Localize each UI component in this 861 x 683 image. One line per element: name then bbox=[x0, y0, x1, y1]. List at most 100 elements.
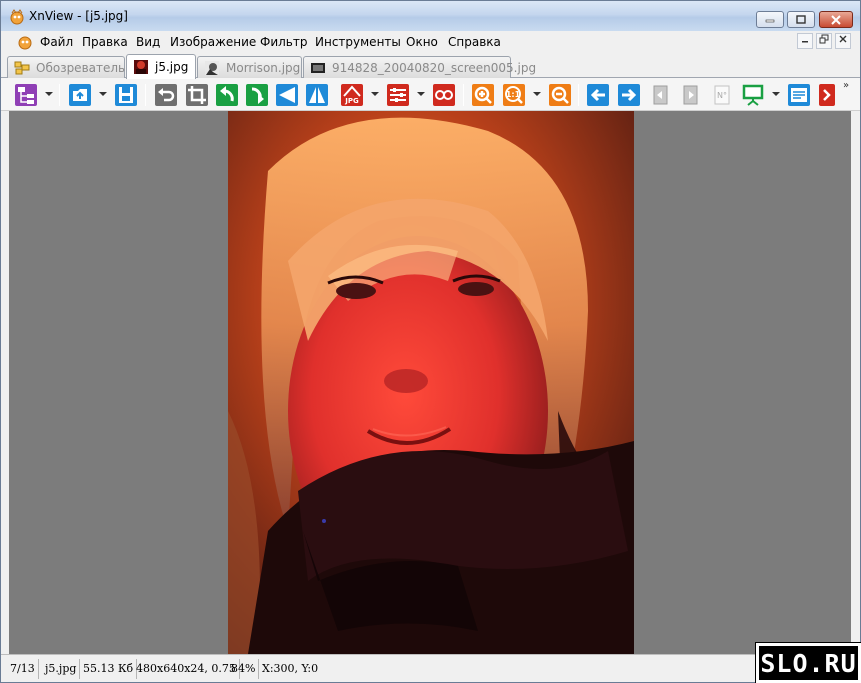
chevron-down-icon[interactable] bbox=[371, 92, 379, 96]
next-button[interactable] bbox=[616, 82, 642, 108]
zoom-out-icon bbox=[549, 84, 571, 106]
page-number-icon: N° bbox=[714, 85, 730, 105]
mdi-minimize-button[interactable] bbox=[797, 33, 813, 49]
chevron-down-icon[interactable] bbox=[99, 92, 107, 96]
menu-help[interactable]: Справка bbox=[446, 34, 503, 50]
menu-file[interactable]: Файл bbox=[38, 34, 75, 50]
flip-horizontal-button[interactable] bbox=[274, 82, 300, 108]
rotate-left-icon bbox=[216, 84, 238, 106]
close-button[interactable] bbox=[819, 11, 853, 28]
next-icon bbox=[618, 84, 640, 106]
maximize-icon bbox=[796, 14, 806, 24]
window-title: XnView - [j5.jpg] bbox=[29, 9, 128, 23]
menu-filter[interactable]: Фильтр bbox=[258, 34, 309, 50]
flip-vertical-button[interactable] bbox=[304, 82, 330, 108]
menu-window[interactable]: Окно bbox=[404, 34, 440, 50]
browser-tree-button[interactable] bbox=[13, 82, 39, 108]
rotate-left-button[interactable] bbox=[214, 82, 240, 108]
menu-bar: Файл Правка Вид Изображение Фильтр Инстр… bbox=[1, 31, 860, 53]
tab-morrison[interactable]: Morrison.jpg bbox=[197, 56, 302, 78]
status-filesize: 55.13 Кб bbox=[80, 659, 138, 679]
restore-icon bbox=[819, 34, 829, 44]
folders-icon bbox=[14, 61, 30, 74]
zoom-in-button[interactable] bbox=[470, 82, 496, 108]
browser-tree-icon bbox=[15, 84, 37, 106]
tab-j5[interactable]: j5.jpg bbox=[126, 54, 196, 79]
jpeg-lossless-button[interactable]: JPG bbox=[339, 82, 365, 108]
app-window: XnView - [j5.jpg] Файл Правка Вид Изобра… bbox=[0, 0, 861, 683]
mdi-close-button[interactable] bbox=[835, 33, 851, 49]
status-zoom: 84% bbox=[228, 659, 260, 679]
rotate-right-icon bbox=[246, 84, 268, 106]
open-icon bbox=[69, 84, 91, 106]
save-button[interactable] bbox=[113, 82, 139, 108]
open-button[interactable] bbox=[67, 82, 93, 108]
slideshow-icon bbox=[742, 84, 764, 106]
title-bar[interactable]: XnView - [j5.jpg] bbox=[1, 1, 860, 31]
chevron-down-icon[interactable] bbox=[772, 92, 780, 96]
tab-screen005[interactable]: 914828_20040820_screen005.jpg bbox=[303, 56, 536, 78]
properties-icon bbox=[788, 84, 810, 106]
red-eye-button[interactable] bbox=[431, 82, 457, 108]
document-tabs: Обозреватель j5.jpg Morrison.jpg 914828_… bbox=[1, 53, 860, 79]
undo-icon bbox=[155, 84, 177, 106]
zoom-actual-button[interactable]: 1:1 bbox=[501, 82, 527, 108]
main-toolbar: JPG 1:1 N° » bbox=[1, 78, 860, 111]
zoom-actual-icon: 1:1 bbox=[503, 84, 525, 106]
rotate-right-button[interactable] bbox=[244, 82, 270, 108]
toolbar-separator bbox=[145, 84, 146, 106]
menu-edit[interactable]: Правка bbox=[80, 34, 130, 50]
mdi-restore-button[interactable] bbox=[816, 33, 832, 49]
previous-button[interactable] bbox=[585, 82, 611, 108]
image-view[interactable] bbox=[9, 111, 851, 654]
status-coords: X:300, Y:0 bbox=[262, 662, 319, 675]
properties-button[interactable] bbox=[786, 82, 812, 108]
first-page-button[interactable] bbox=[647, 82, 673, 108]
xnview-menu-icon[interactable] bbox=[17, 34, 33, 50]
status-bar: 7/13 j5.jpg 55.13 Кб 480x640x24, 0.75 84… bbox=[1, 654, 860, 682]
undo-button[interactable] bbox=[153, 82, 179, 108]
minimize-icon bbox=[802, 41, 808, 43]
xnview-app-icon bbox=[10, 9, 24, 25]
red-eye-icon bbox=[433, 84, 455, 106]
menu-tools[interactable]: Инструменты bbox=[313, 34, 403, 50]
chevron-down-icon[interactable] bbox=[417, 92, 425, 96]
image-thumb-icon bbox=[205, 60, 219, 75]
crop-button[interactable] bbox=[184, 82, 210, 108]
exit-button[interactable] bbox=[818, 82, 836, 108]
zoom-out-button[interactable] bbox=[547, 82, 573, 108]
tab-browser[interactable]: Обозреватель bbox=[7, 56, 125, 78]
image-thumb-icon bbox=[134, 60, 148, 74]
exit-icon bbox=[819, 84, 835, 106]
menu-image[interactable]: Изображение bbox=[168, 34, 258, 50]
zoom-in-icon bbox=[472, 84, 494, 106]
chevron-down-icon[interactable] bbox=[45, 92, 53, 96]
menu-view[interactable]: Вид bbox=[134, 34, 162, 50]
watermark-text: SLO.RU bbox=[760, 648, 857, 678]
toolbar-overflow-button[interactable]: » bbox=[843, 80, 849, 91]
status-index: 7/13 bbox=[7, 659, 39, 679]
flip-vertical-icon bbox=[306, 84, 328, 106]
toolbar-separator bbox=[463, 84, 464, 106]
previous-icon bbox=[587, 84, 609, 106]
minimize-button[interactable] bbox=[756, 11, 784, 28]
last-page-button[interactable] bbox=[678, 82, 704, 108]
chevron-down-icon[interactable] bbox=[533, 92, 541, 96]
watermark-logo: SLO.RU bbox=[755, 642, 861, 683]
maximize-button[interactable] bbox=[787, 11, 815, 28]
photo-image bbox=[228, 111, 634, 654]
adjust-button[interactable] bbox=[385, 82, 411, 108]
save-icon bbox=[115, 84, 137, 106]
flip-horizontal-icon bbox=[276, 84, 298, 106]
svg-text:1:1: 1:1 bbox=[506, 90, 521, 99]
page-number-button[interactable]: N° bbox=[709, 82, 735, 108]
status-dimensions: 480x640x24, 0.75 bbox=[133, 659, 240, 679]
crop-icon bbox=[186, 84, 208, 106]
jpeg-lossless-icon: JPG bbox=[341, 84, 363, 106]
svg-text:JPG: JPG bbox=[344, 97, 359, 105]
toolbar-separator bbox=[578, 84, 579, 106]
close-icon bbox=[839, 35, 847, 43]
status-filename: j5.jpg bbox=[42, 659, 81, 679]
svg-text:N°: N° bbox=[717, 91, 727, 100]
slideshow-button[interactable] bbox=[740, 82, 766, 108]
